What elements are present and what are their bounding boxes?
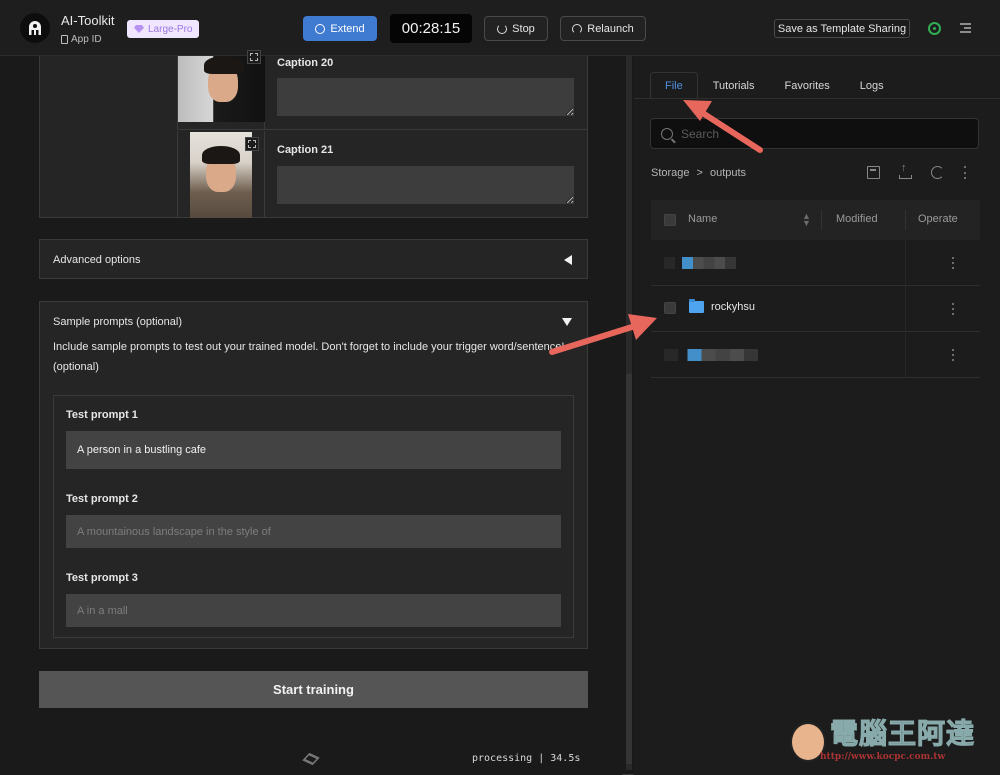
collapse-arrow-icon[interactable] [564, 255, 572, 265]
advanced-options-accordion[interactable]: Advanced options [39, 239, 588, 279]
sort-icon[interactable]: ▲ ▼ [802, 212, 811, 228]
logo-icon [29, 21, 41, 35]
file-panel-tabs: File Tutorials Favorites Logs [650, 72, 899, 98]
tabs-divider [634, 98, 1000, 99]
save-as-template-button[interactable]: Save as Template Sharing [774, 19, 910, 38]
relaunch-button[interactable]: Relaunch [560, 16, 646, 41]
caption-label: Caption 20 [277, 57, 334, 69]
expand-icon[interactable] [245, 137, 259, 151]
row-more-icon[interactable] [952, 349, 955, 361]
test-prompt-2-label: Test prompt 2 [66, 493, 138, 505]
search-input[interactable] [681, 126, 961, 141]
breadcrumb-outputs[interactable]: outputs [710, 167, 746, 179]
caption-input[interactable] [277, 166, 574, 204]
clock-icon [315, 23, 326, 34]
file-row[interactable] [651, 240, 980, 286]
file-row[interactable]: rockyhsu [651, 286, 980, 332]
test-prompt-1-label: Test prompt 1 [66, 409, 138, 421]
link-icon [302, 752, 320, 766]
test-prompt-3-label: Test prompt 3 [66, 572, 138, 584]
start-training-button[interactable]: Start training [39, 671, 588, 708]
row-checkbox[interactable] [664, 302, 676, 314]
tab-tutorials[interactable]: Tutorials [698, 72, 770, 98]
file-row[interactable] [651, 332, 980, 378]
test-prompts-group: Test prompt 1 A person in a bustling caf… [53, 395, 574, 638]
file-toolbar [867, 162, 967, 179]
site-watermark: 電腦王阿達 http://www.kocpc.com.tw [790, 708, 990, 768]
expand-icon[interactable] [247, 50, 261, 64]
row-more-icon[interactable] [952, 303, 955, 315]
select-all-checkbox[interactable] [664, 214, 676, 226]
stop-label: Stop [512, 22, 535, 35]
relaunch-label: Relaunch [587, 22, 634, 35]
watermark-title: 電腦王阿達 [829, 718, 976, 750]
blurred-filename [664, 349, 758, 361]
blurred-filename [664, 257, 736, 269]
test-prompt-1-input[interactable]: A person in a bustling cafe [66, 431, 561, 469]
training-image-thumbnail[interactable] [190, 132, 252, 218]
whatsapp-icon[interactable] [928, 22, 941, 35]
relaunch-icon [572, 23, 583, 34]
watermark-url: http://www.kocpc.com.tw [820, 752, 946, 762]
extend-label: Extend [330, 22, 365, 35]
tab-favorites[interactable]: Favorites [770, 72, 845, 98]
column-divider [821, 210, 822, 230]
file-table: Name ▲ ▼ Modified Operate rockyhsu [651, 200, 980, 378]
caption-input[interactable] [277, 78, 574, 116]
folder-name[interactable]: rockyhsu [711, 301, 755, 313]
test-prompt-2-input[interactable]: A mountainous landscape in the style of [66, 515, 561, 548]
thumbnail-cell [177, 50, 265, 129]
column-operate: Operate [918, 213, 958, 225]
tab-file[interactable]: File [650, 72, 698, 98]
upload-icon[interactable] [899, 162, 912, 179]
diamond-icon [134, 25, 144, 33]
breadcrumb-separator: > [696, 167, 703, 179]
test-prompt-3-input[interactable]: A in a mall [66, 594, 561, 627]
file-panel: File Tutorials Favorites Logs Storage > … [634, 56, 1000, 775]
refresh-icon[interactable] [931, 166, 944, 179]
more-options-icon[interactable] [963, 166, 967, 179]
breadcrumb-storage[interactable]: Storage [651, 167, 690, 179]
folder-icon [689, 299, 704, 313]
power-icon [497, 23, 508, 34]
sample-prompts-description: Include sample prompts to test out your … [53, 341, 565, 373]
menu-toggle-icon[interactable] [960, 23, 971, 33]
thumbnail-cell [177, 131, 265, 218]
app-id-link[interactable]: App ID [61, 34, 102, 45]
session-timer: 00:28:15 [390, 14, 472, 43]
tab-logs[interactable]: Logs [845, 72, 899, 98]
processing-status: processing | 34.5s [472, 753, 581, 764]
app-title: AI-Toolkit [61, 13, 115, 28]
column-name[interactable]: Name [688, 213, 717, 225]
archive-icon[interactable] [867, 166, 880, 179]
advanced-options-title: Advanced options [53, 254, 141, 266]
copy-icon [61, 35, 68, 44]
top-bar: AI-Toolkit App ID Large-Pro Extend 00:28… [0, 0, 1000, 56]
caption-label: Caption 21 [277, 144, 334, 156]
sample-prompts-title[interactable]: Sample prompts (optional) [53, 316, 182, 328]
scrollbar-thumb[interactable] [626, 374, 632, 764]
breadcrumb: Storage > outputs [651, 167, 746, 179]
column-divider [905, 210, 906, 230]
column-modified: Modified [836, 213, 878, 225]
search-icon [661, 127, 673, 140]
caption-list: Caption 20 Caption 21 [39, 50, 588, 218]
app-logo [20, 13, 50, 43]
plan-badge-label: Large-Pro [148, 23, 193, 35]
app-id-label: App ID [71, 34, 102, 45]
stop-button[interactable]: Stop [484, 16, 548, 41]
caption-item: Caption 21 [177, 131, 588, 218]
plan-badge: Large-Pro [127, 20, 200, 38]
expand-arrow-icon[interactable] [562, 318, 572, 326]
training-image-thumbnail[interactable] [178, 56, 265, 122]
extend-button[interactable]: Extend [303, 16, 377, 41]
left-panel-scrollbar[interactable] [626, 56, 632, 770]
column-divider [905, 240, 906, 378]
file-table-header: Name ▲ ▼ Modified Operate [651, 200, 980, 240]
row-more-icon[interactable] [952, 257, 955, 269]
training-form-panel: Caption 20 Caption 21 Advanced options S… [0, 50, 622, 775]
sample-prompts-accordion: Sample prompts (optional) Include sample… [39, 301, 588, 649]
caption-item: Caption 20 [177, 50, 588, 130]
file-search [650, 118, 979, 149]
